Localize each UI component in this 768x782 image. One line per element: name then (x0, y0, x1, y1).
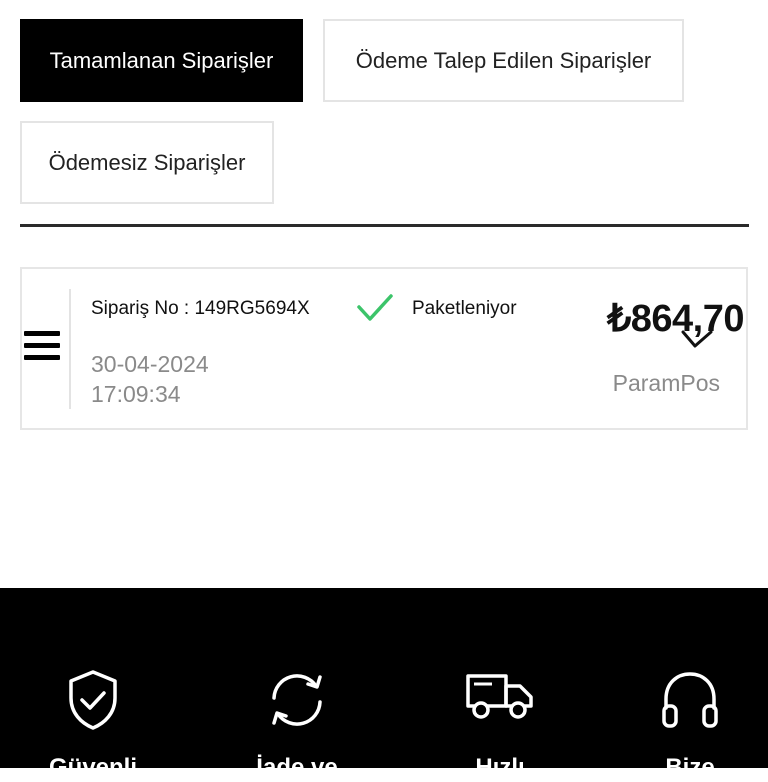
menu-icon[interactable] (24, 331, 60, 365)
feature-contact[interactable]: Bize (620, 668, 760, 781)
check-icon (357, 294, 393, 321)
feature-label: Hızlı (475, 754, 525, 781)
order-price: ₺864,70 (607, 298, 744, 340)
feature-secure[interactable]: Güvenli (23, 668, 163, 781)
feature-label: Güvenli (48, 754, 138, 781)
feature-returns[interactable]: İade ve (227, 668, 367, 781)
order-date: 30-04-2024 (91, 351, 209, 377)
tab-unpaid-orders[interactable]: Ödemesiz Siparişler (20, 121, 274, 204)
payment-method: ParamPos (612, 370, 720, 396)
tabs-divider (20, 224, 749, 227)
tab-completed-orders[interactable]: Tamamlanan Siparişler (20, 19, 303, 102)
order-status: Paketleniyor (412, 298, 517, 319)
tab-payment-requested-orders[interactable]: Ödeme Talep Edilen Siparişler (323, 19, 684, 102)
refresh-icon (272, 674, 322, 726)
order-number: Sipariş No : 149RG5694X (91, 298, 310, 319)
shield-check-icon (69, 670, 117, 730)
feature-label: Bize (665, 754, 715, 781)
footer: Güvenli İade ve Hızlı Bize (0, 588, 768, 781)
feature-label: İade ve (256, 754, 338, 781)
chevron-down-icon (681, 330, 713, 348)
feature-fast[interactable]: Hızlı (430, 668, 570, 781)
card-divider (69, 289, 71, 409)
order-time: 17:09:34 (91, 381, 181, 407)
truck-icon (466, 674, 533, 719)
order-card[interactable]: Sipariş No : 149RG5694X 30-04-2024 17:09… (20, 267, 748, 430)
headphones-icon (662, 672, 718, 728)
